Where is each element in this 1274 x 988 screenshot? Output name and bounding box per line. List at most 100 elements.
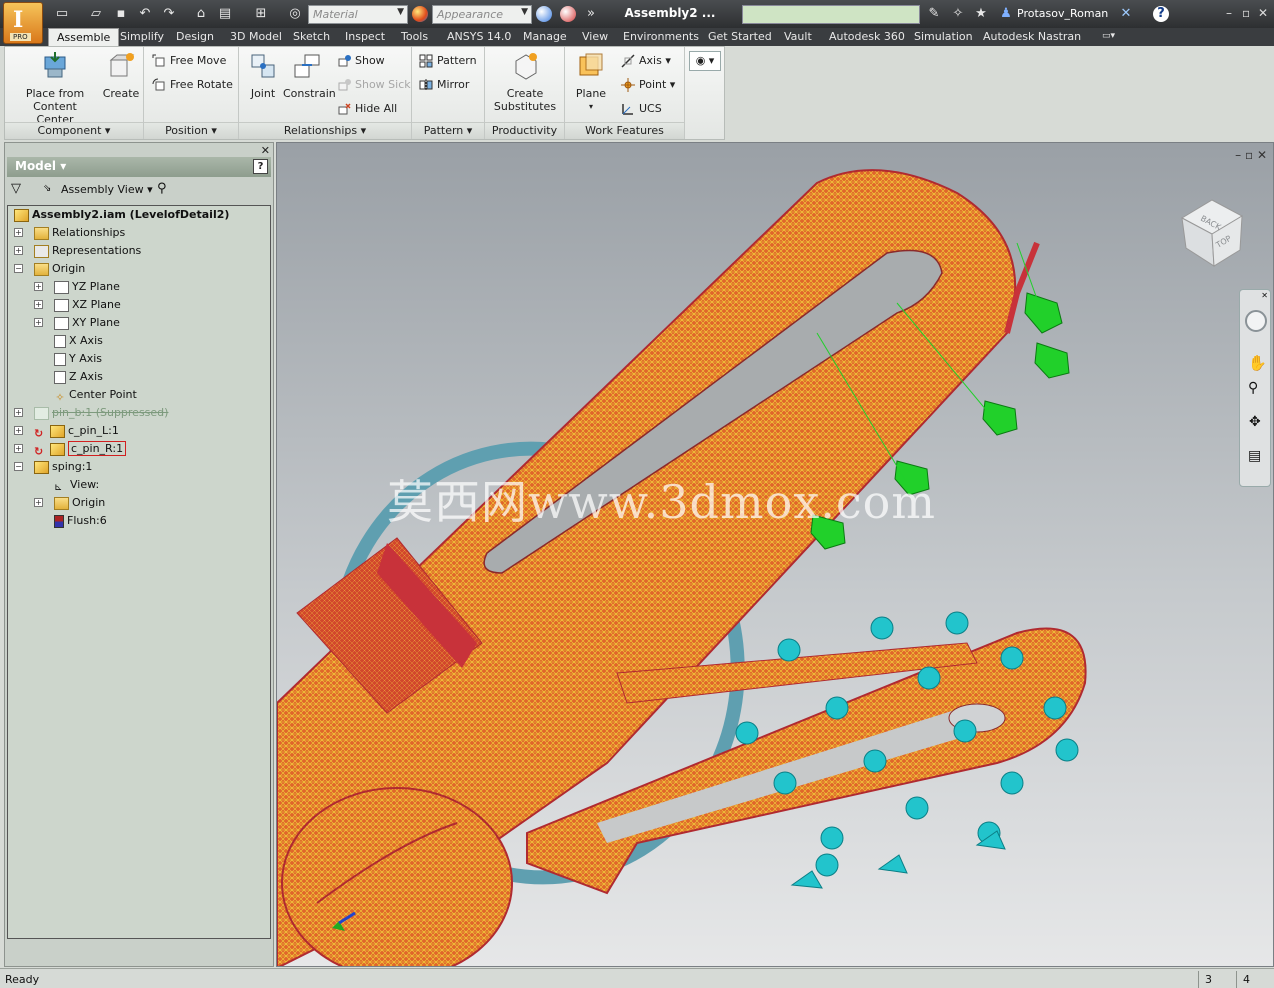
search-input[interactable]: [742, 5, 920, 24]
tree-item-x-axis[interactable]: X Axis: [54, 332, 103, 349]
appearance-combo[interactable]: Appearance ▼: [432, 5, 532, 24]
panel-title-pattern[interactable]: Pattern ▾: [412, 122, 484, 139]
open-file-icon[interactable]: ▱: [88, 6, 104, 22]
tab-sketch[interactable]: Sketch: [285, 28, 338, 46]
tab-inspect[interactable]: Inspect: [337, 28, 393, 46]
user-name[interactable]: Protasov_Roman: [1017, 7, 1108, 20]
tree-item-yz-plane[interactable]: + YZ Plane: [34, 278, 120, 295]
tree-item-representations[interactable]: + Representations: [14, 242, 141, 259]
tree-item-assembly[interactable]: Assembly2.iam (LevelofDetail2): [14, 206, 229, 223]
material-combo[interactable]: Material ▼: [308, 5, 408, 24]
filter-icon[interactable]: ▽: [11, 181, 21, 196]
expand-icon[interactable]: +: [34, 282, 43, 291]
joint-button[interactable]: Joint: [243, 51, 283, 100]
viewport-restore-icon[interactable]: ▫: [1245, 148, 1253, 162]
expand-icon[interactable]: +: [14, 228, 23, 237]
viewport-minimize-icon[interactable]: –: [1235, 148, 1241, 162]
undo-icon[interactable]: ↶: [137, 6, 153, 22]
expand-quick-access-icon[interactable]: »: [583, 6, 599, 22]
constrain-button[interactable]: Constrain: [283, 51, 336, 100]
restore-icon[interactable]: ▫: [1242, 6, 1250, 20]
tab-autodesk-360[interactable]: Autodesk 360: [821, 28, 913, 46]
create-substitutes-button[interactable]: Create Substitutes: [489, 51, 561, 113]
panel-title-relationships[interactable]: Relationships ▾: [239, 122, 411, 139]
expand-icon[interactable]: +: [34, 498, 43, 507]
tab-assemble[interactable]: Assemble: [48, 28, 120, 47]
graphics-viewport[interactable]: 莫西网www.3dmox.com – ▫ ✕ BACK TOP ✕ ✋ ⚲ ✥ …: [276, 142, 1274, 967]
zoom-icon[interactable]: ⚲: [1248, 380, 1258, 396]
expand-icon[interactable]: +: [14, 426, 23, 435]
create-component-button[interactable]: Create: [101, 51, 141, 100]
exchange-apps-icon[interactable]: ✕: [1118, 6, 1134, 22]
tab-view[interactable]: View: [574, 28, 616, 46]
ribbon-minimize-toggle-icon[interactable]: ▭▾: [1094, 28, 1123, 46]
tab-vault[interactable]: Vault: [776, 28, 820, 46]
collapse-icon[interactable]: −: [14, 462, 23, 471]
binoculars-icon[interactable]: ⚲: [157, 181, 167, 196]
adjust-icon[interactable]: ◎: [287, 6, 303, 22]
clear-appearance-icon[interactable]: [536, 6, 552, 22]
tab-get-started[interactable]: Get Started: [700, 28, 780, 46]
tree-item-xz-plane[interactable]: + XZ Plane: [34, 296, 121, 313]
adjust-appearance-icon[interactable]: [560, 6, 576, 22]
new-file-icon[interactable]: ▭: [54, 6, 70, 22]
tree-item-c-pin-l[interactable]: + ↻ c_pin_L:1: [14, 422, 119, 440]
point-button[interactable]: Point ▾: [621, 75, 675, 95]
viewport-close-icon[interactable]: ✕: [1257, 148, 1267, 162]
print-icon[interactable]: ▤: [217, 6, 233, 22]
free-move-button[interactable]: Free Move: [152, 51, 226, 71]
tree-item-y-axis[interactable]: Y Axis: [54, 350, 102, 367]
tree-item-c-pin-r[interactable]: + ↻ c_pin_R:1: [14, 440, 127, 458]
mirror-button[interactable]: Mirror: [419, 75, 469, 95]
close-icon[interactable]: ✕: [1261, 291, 1268, 300]
plane-button[interactable]: Plane ▾: [571, 51, 611, 113]
pan-hand-icon[interactable]: ✋: [1248, 354, 1267, 372]
place-from-content-center-button[interactable]: Place from Content Center: [13, 51, 97, 126]
tree-item-center-point[interactable]: ✧ Center Point: [54, 386, 136, 404]
expand-icon[interactable]: +: [14, 444, 23, 453]
tab-3d-model[interactable]: 3D Model: [222, 28, 290, 46]
select-filter-icon[interactable]: ⊞: [253, 6, 269, 22]
help-icon[interactable]: ?: [253, 159, 268, 174]
steering-wheel-icon[interactable]: [1245, 310, 1267, 332]
ucs-button[interactable]: UCS: [621, 99, 662, 119]
expand-icon[interactable]: +: [34, 318, 43, 327]
save-icon[interactable]: ▪: [113, 6, 129, 22]
tree-item-xy-plane[interactable]: + XY Plane: [34, 314, 120, 331]
home-icon[interactable]: ⌂: [193, 6, 209, 22]
close-icon[interactable]: ✕: [1258, 6, 1268, 20]
tree-item-pin-b-suppressed[interactable]: + pin_b:1 (Suppressed): [14, 404, 168, 421]
tree-item-sping-origin[interactable]: + Origin: [34, 494, 105, 511]
viewcube[interactable]: BACK TOP: [1172, 188, 1252, 268]
tree-item-view[interactable]: ⊾ View:: [54, 476, 99, 493]
panel-title-position[interactable]: Position ▾: [144, 122, 238, 139]
free-rotate-button[interactable]: Free Rotate: [152, 75, 233, 95]
tab-autodesk-nastran[interactable]: Autodesk Nastran: [975, 28, 1089, 46]
collapse-icon[interactable]: −: [14, 264, 23, 273]
orbit-icon[interactable]: ✥: [1249, 414, 1261, 430]
favorites-star-icon[interactable]: ★: [973, 6, 989, 22]
tab-tools[interactable]: Tools: [393, 28, 436, 46]
tab-manage[interactable]: Manage: [515, 28, 575, 46]
tree-item-z-axis[interactable]: Z Axis: [54, 368, 103, 385]
tab-design[interactable]: Design: [168, 28, 222, 46]
axis-button[interactable]: Axis ▾: [621, 51, 671, 71]
help-icon[interactable]: ?: [1153, 6, 1169, 22]
more-options-dropdown[interactable]: ◉ ▾: [689, 51, 721, 71]
tab-simplify[interactable]: Simplify: [112, 28, 172, 46]
assembly-view-selector[interactable]: Assembly View ▾: [61, 183, 153, 196]
tab-ansys[interactable]: ANSYS 14.0: [439, 28, 519, 46]
minimize-icon[interactable]: –: [1226, 6, 1232, 20]
tree-item-sping[interactable]: − sping:1: [14, 458, 92, 475]
look-at-icon[interactable]: ▤: [1248, 448, 1261, 464]
tree-item-flush[interactable]: Flush:6: [54, 512, 107, 529]
pattern-button[interactable]: Pattern: [419, 51, 477, 71]
tree-item-relationships[interactable]: + Relationships: [14, 224, 125, 241]
tab-simulation[interactable]: Simulation: [906, 28, 981, 46]
model-browser-header[interactable]: Model ▾ ?: [7, 157, 271, 177]
tree-item-origin[interactable]: − Origin: [14, 260, 85, 277]
show-button[interactable]: Show: [337, 51, 385, 71]
sign-in-icon[interactable]: ✧: [950, 6, 966, 22]
expand-icon[interactable]: +: [14, 246, 23, 255]
expand-icon[interactable]: +: [34, 300, 43, 309]
